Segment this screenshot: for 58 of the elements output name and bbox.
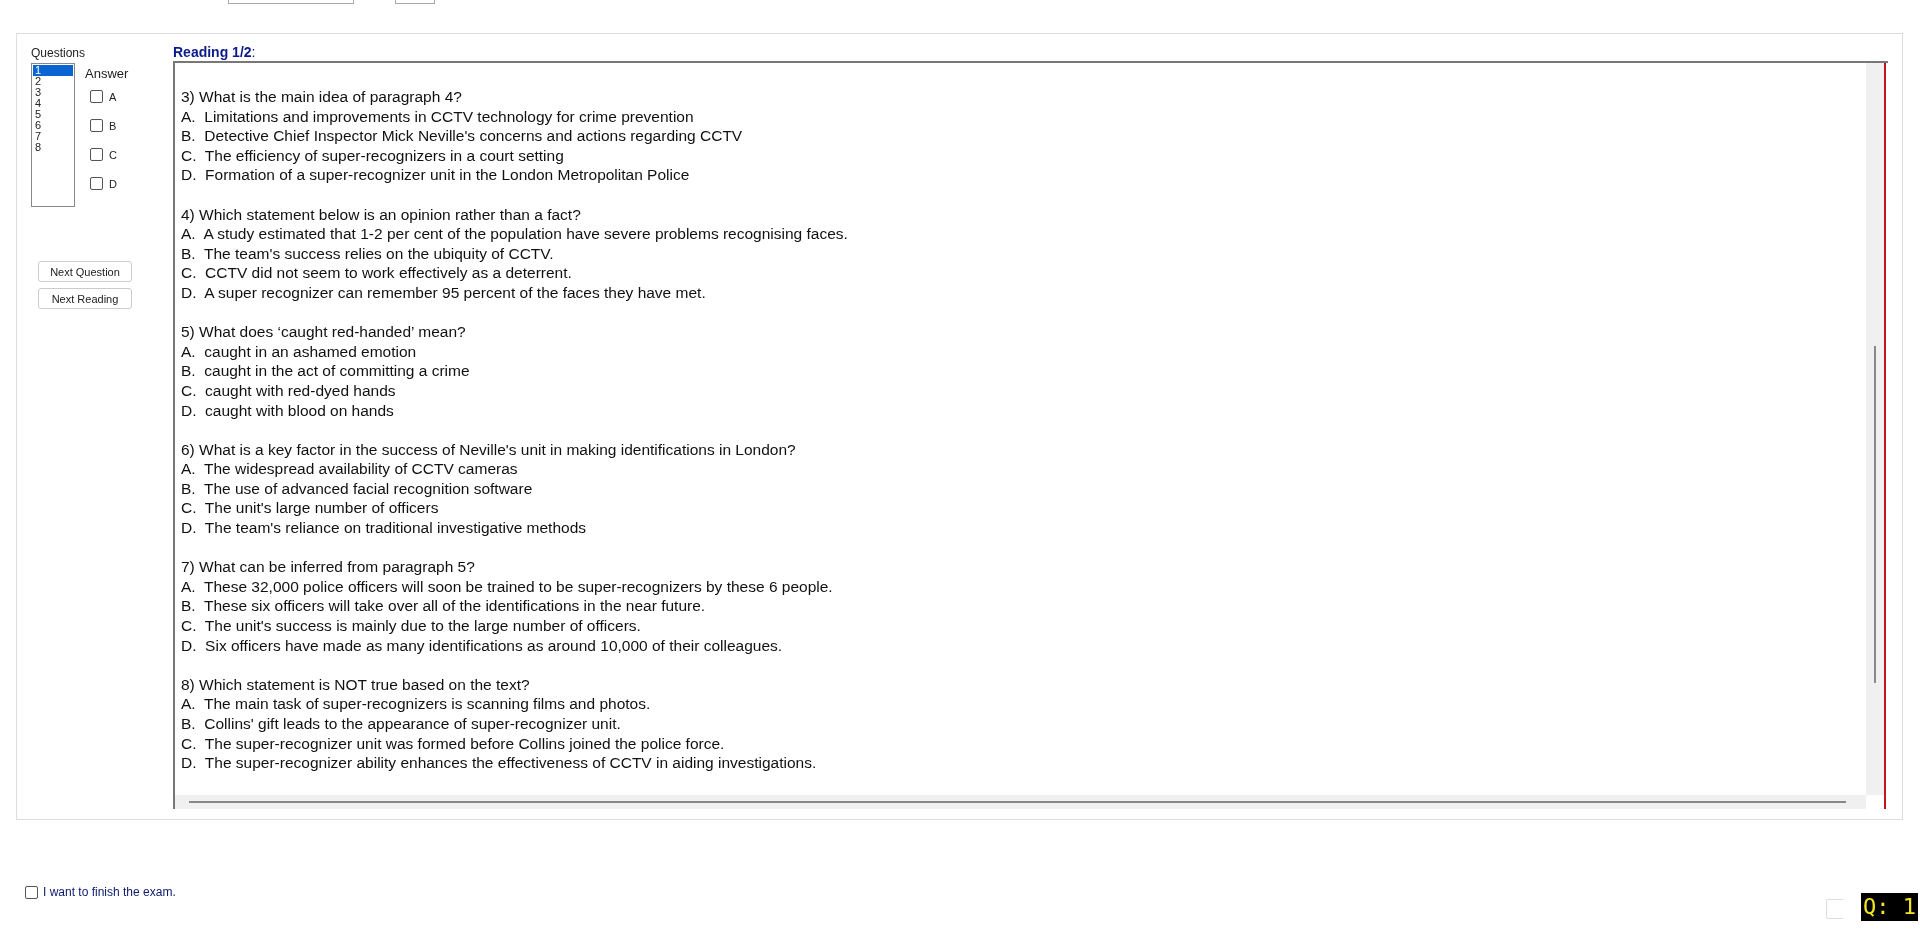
choice-text: C. caught with red-dyed hands [181,380,397,401]
answer-option-label: A [109,90,117,103]
questions-list[interactable]: 1 2 3 4 5 6 7 8 [31,63,75,207]
answer-label: Answer [85,66,129,81]
answer-option-label: B [109,119,117,132]
choice-text: C. The efficiency of super-recognizers in a court setting [181,145,565,166]
choice-text: B. Detective Chief Inspector Mick Neville's concerns and actions regarding CCTV [181,126,744,146]
question-text: 3) What is the main idea of paragraph 4? [181,87,463,107]
question-list-item[interactable]: 2 [33,76,73,87]
next-question-button[interactable]: Next Question [38,261,132,282]
choice-text: D. Formation of a super-recognizer unit in the London Metropolitan Police [181,165,691,185]
choice-text: D. Six officers have made as many identifications as around 10,000 of their colleagues. [181,635,784,656]
small-text-field[interactable] [1826,899,1843,919]
horizontal-scrollbar[interactable] [175,795,1866,809]
question-list-item[interactable]: 6 [33,120,73,131]
choice-text: B. caught in the act of committing a crime [181,361,471,381]
answer-checkbox[interactable] [90,148,103,161]
choice-text: A. The widespread availability of CCTV cameras [181,459,519,479]
question-list-item[interactable]: 8 [33,142,73,153]
choice-text: B. The use of advanced facial recognition software [181,478,534,499]
finish-checkbox[interactable] [25,885,38,899]
question-list-item[interactable]: 4 [33,98,73,109]
choice-text: B. Collins' gift leads to the appearance of super-recognizer unit. [181,714,622,734]
question-text: 4) Which statement below is an opinion rather than a fact? [181,204,582,225]
choice-text: C. CCTV did not seem to work effectively as a deterrent. [181,263,573,283]
choice-text: A. These 32,000 police officers will soon be trained to be super-recognizers by these 6 people. [181,576,834,597]
next-reading-button[interactable]: Next Reading [38,288,132,309]
finish-label: I want to finish the exam. [43,885,176,899]
question-indicator: Q: 1 [1861,893,1918,921]
answer-checkbox[interactable] [90,177,103,190]
choice-text: D. caught with blood on hands [181,400,395,421]
questions-label: Questions [31,46,87,60]
question-list-item[interactable]: 3 [33,87,73,98]
question-list-item[interactable]: 1 [33,65,73,76]
question-text: 8) Which statement is NOT true based on the text? [181,674,531,695]
question-list-item[interactable]: 7 [33,131,73,142]
choice-text: A. caught in an ashamed emotion [181,341,418,362]
answer-option-label: C [109,148,117,161]
choice-text: A. A study estimated that 1-2 per cent of the population have severe problems recognising faces. [181,224,849,244]
choice-text: A. Limitations and improvements in CCTV technology for crime prevention [181,106,695,127]
choice-text: B. The team's success relies on the ubiquity of CCTV. [181,243,555,264]
question-text: 5) What does ‘caught red-handed’ mean? [181,322,467,342]
question-list-item[interactable]: 5 [33,109,73,120]
answer-checkbox[interactable] [90,90,103,103]
choice-text: A. The main task of super-recognizers is scanning films and photos. [181,694,652,714]
choice-text: B. These six officers will take over all of the identifications in the near future. [181,596,707,617]
answer-checkbox[interactable] [90,119,103,132]
choice-text: D. The team's reliance on traditional investigative methods [181,518,588,538]
question-text: 7) What can be inferred from paragraph 5? [181,557,476,577]
choice-text: C. The super-recognizer unit was formed before Collins joined the police force. [181,733,726,754]
reading-title: Reading 1/2: [173,44,257,60]
choice-text: C. The unit's success is mainly due to the large number of officers. [181,616,642,636]
choice-text: C. The unit's large number of officers [181,498,440,519]
answer-option-label: D [109,177,117,190]
question-text: 6) What is a key factor in the success of Neville's unit in making identifications in London? [181,439,797,460]
choice-text: D. A super recognizer can remember 95 percent of the faces they have met. [181,282,707,303]
vertical-scrollbar[interactable] [1866,63,1884,795]
choice-text: D. The super-recognizer ability enhances the effectiveness of CCTV in aiding investigations. [181,753,818,773]
